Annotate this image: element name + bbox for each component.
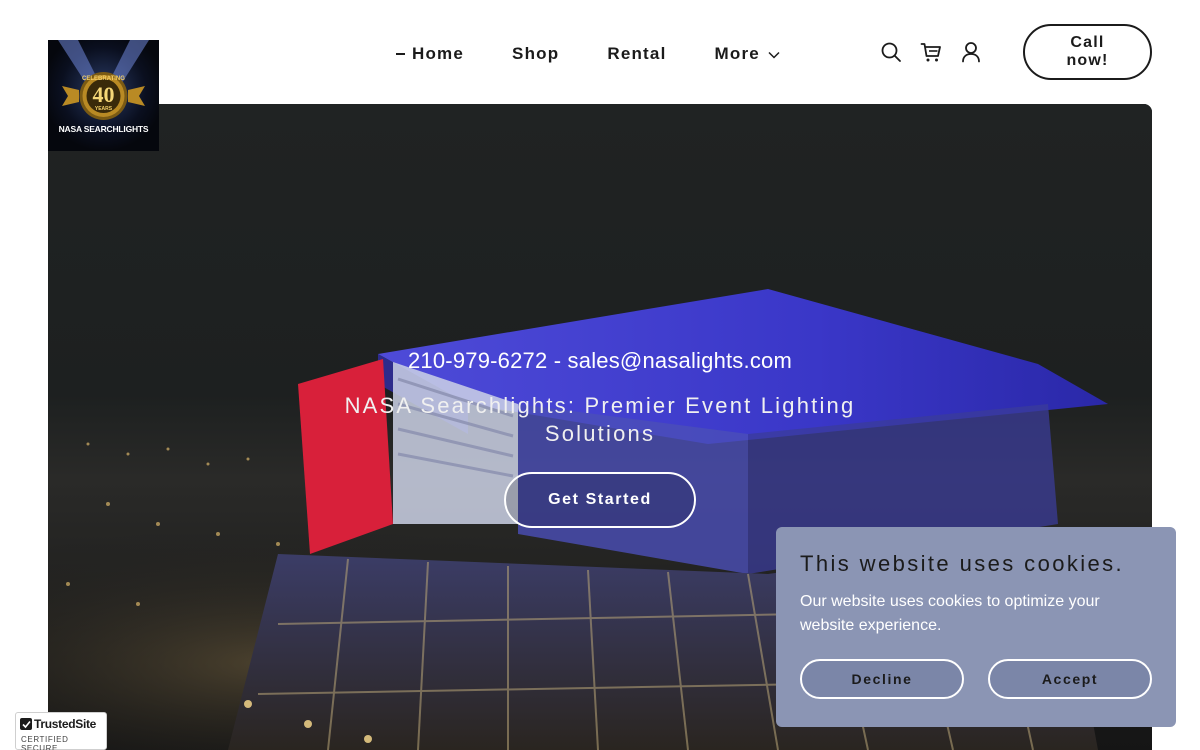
call-now-button[interactable]: Call now! xyxy=(1023,24,1152,80)
main-nav: Home Shop Rental More xyxy=(396,44,780,64)
account-icon[interactable] xyxy=(959,40,983,64)
trustedsite-name: TrustedSite xyxy=(34,717,97,731)
nav-item-rental[interactable]: Rental xyxy=(607,44,666,64)
nav-item-label: Rental xyxy=(607,44,667,63)
cookie-banner-title: This website uses cookies. xyxy=(800,551,1125,576)
logo-badge-number: 40 xyxy=(92,82,115,107)
page: CELEBRATING 40 YEARS NASA SEARCHLIGHTS H… xyxy=(0,0,1200,750)
trustedsite-badge[interactable]: TrustedSite CERTIFIED SECURE xyxy=(15,712,107,750)
nav-item-label: Shop xyxy=(512,44,560,63)
cookie-banner-text: Our website uses cookies to optimize you… xyxy=(800,593,1100,634)
chevron-down-icon xyxy=(768,44,780,64)
nav-item-home[interactable]: Home xyxy=(396,44,464,64)
cookie-banner: This website uses cookies. Our website u… xyxy=(776,527,1176,727)
nav-item-more[interactable]: More xyxy=(715,44,780,64)
site-logo[interactable]: CELEBRATING 40 YEARS NASA SEARCHLIGHTS xyxy=(48,40,159,151)
logo-name: NASA SEARCHLIGHTS xyxy=(58,124,149,134)
hero-title: NASA Searchlights: Premier Event Lightin… xyxy=(344,393,856,446)
accept-cookies-button[interactable]: Accept xyxy=(988,659,1152,699)
cart-icon[interactable] xyxy=(919,40,943,64)
trustedsite-badge-row: TrustedSite xyxy=(20,717,102,731)
search-icon[interactable] xyxy=(879,40,903,64)
hero-contact-info: 210-979-6272 - sales@nasalights.com xyxy=(408,348,792,373)
nav-item-shop[interactable]: Shop xyxy=(512,44,559,64)
decline-cookies-button[interactable]: Decline xyxy=(800,659,964,699)
logo-badge-bottom-text: YEARS xyxy=(94,106,113,112)
checkmark-icon xyxy=(20,718,32,730)
get-started-button[interactable]: Get Started xyxy=(504,472,696,528)
cookie-banner-actions: Decline Accept xyxy=(800,659,1152,699)
trustedsite-subtitle: CERTIFIED SECURE xyxy=(21,735,69,750)
nav-item-label: Home xyxy=(412,44,465,63)
header-icons xyxy=(879,40,983,64)
nav-item-label: More xyxy=(714,44,760,63)
